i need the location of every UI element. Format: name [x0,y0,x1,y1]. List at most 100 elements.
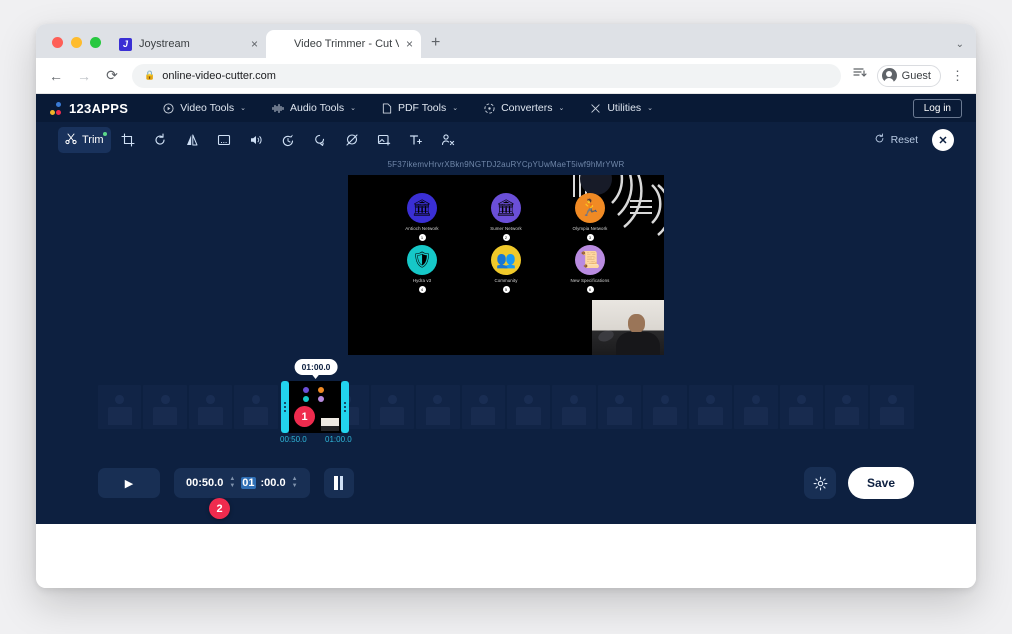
url-text: online-video-cutter.com [162,69,276,82]
annotation-badge-1: 1 [294,406,315,427]
reset-button[interactable]: Reset [874,133,918,147]
trim-handle-end[interactable] [341,381,349,433]
toolbar-right-actions: Reset ✕ [874,129,954,151]
filmstrip-track[interactable] [98,385,914,429]
close-icon[interactable]: × [406,38,413,50]
presenter-head [628,314,645,333]
profile-button[interactable]: Guest [876,64,941,87]
frame-tool-button[interactable] [209,127,239,153]
nav-item-converters[interactable]: Converters ⌄ [471,94,577,122]
video-icon [163,102,174,114]
nav-item-utilities[interactable]: Utilities ⌄ [577,94,666,122]
filmstrip-button[interactable] [323,468,354,498]
new-tab-button[interactable]: + [431,34,440,52]
status-dot [102,132,107,136]
nav-label: PDF Tools [397,102,447,114]
nav-item-audio-tools[interactable]: Audio Tools ⌄ [259,94,369,122]
stabilize-tool-button[interactable] [337,127,367,153]
chevron-down-icon[interactable]: ⌄ [956,39,964,50]
webcam-overlay [592,300,664,355]
omnibox-actions: Guest ⋮ [853,64,964,87]
trim-selection[interactable] [281,381,349,433]
speed-tool-button[interactable] [273,127,303,153]
tile-label: Hydra v3 [412,278,432,283]
stepper-up-icon[interactable]: ▲ [292,476,298,482]
selection-end-label: 01:00.0 [325,435,352,444]
selection-start-label: 00:50.0 [280,435,307,444]
rotate-tool-button[interactable] [145,127,175,153]
slide-content: 🏛 Antioch Network 1 🏛 Sumer Network 2 🏃 [348,175,664,355]
tile-dot: 6 [586,286,594,293]
filmstrip-frame [98,385,142,429]
app-root: 123APPS Video Tools ⌄ Audio Tools ⌄ PDF … [36,94,976,524]
tile-label: Sumer Network [490,226,522,231]
nav-item-pdf-tools[interactable]: PDF Tools ⌄ [369,94,471,122]
start-time-field[interactable]: 00:50.0 [186,477,223,489]
stepper-down-icon[interactable]: ▼ [292,483,298,489]
tile-label: Community [494,278,518,283]
tab-joystream[interactable]: J Joystream × [111,30,266,58]
crop-tool-button[interactable] [113,127,143,153]
address-bar[interactable]: 🔒 online-video-cutter.com [132,63,841,88]
play-button[interactable]: ▶ [98,468,160,498]
nav-item-video-tools[interactable]: Video Tools ⌄ [150,94,259,122]
slide-tile: 🛡 Hydra v3 4 [389,245,455,293]
close-icon[interactable]: × [251,38,258,50]
video-preview[interactable]: 🏛 Antioch Network 1 🏛 Sumer Network 2 🏃 [348,175,664,355]
start-time-stepper[interactable]: ▲ ▼ [229,476,235,489]
image-tool-button[interactable] [369,127,399,153]
settings-button[interactable] [804,467,836,499]
filmstrip-frame [643,385,687,429]
downloads-icon[interactable] [853,66,867,85]
save-button[interactable]: Save [848,467,914,499]
back-button[interactable]: ← [48,68,64,84]
123apps-icon [274,38,287,51]
loop-tool-button[interactable] [305,127,335,153]
time-range-fields: 00:50.0 ▲ ▼ 01:00.0 ▲ ▼ [174,468,310,498]
browser-window: J Joystream × Video Trimmer - Cut Video … [36,24,976,588]
slide-tile: 🏃 Olympia Network 3 [557,193,623,241]
mini-webcam [321,418,339,431]
end-time-field[interactable]: 01:00.0 [241,477,286,489]
tab-title: Video Trimmer - Cut Video Onl [294,38,399,50]
nav-label: Utilities [607,102,642,114]
tile-label: Olympia Network [572,226,608,231]
specs-icon: 📜 [575,245,605,275]
reset-icon [874,133,885,147]
end-time-stepper[interactable]: ▲ ▼ [292,476,298,489]
playback-controls: ▶ 00:50.0 ▲ ▼ 01:00.0 ▲ ▼ Save [36,467,976,499]
chevron-down-icon: ⌄ [240,105,246,112]
document-icon [382,102,392,114]
slide-tile: 👥 Community 5 [473,245,539,293]
file-name: 5F37ikemvHrvrXBkn9NGTDJ2auRYCpYUwMaeT5iw… [387,160,625,169]
slide-tile: 🏛 Antioch Network 1 [389,193,455,241]
reload-button[interactable]: ⟳ [104,67,120,84]
trim-tool-button[interactable]: Trim [58,127,111,153]
slide-tile: 📜 New Specifications 6 [557,245,623,293]
flip-tool-button[interactable] [177,127,207,153]
filmstrip-frame [870,385,914,429]
stepper-up-icon[interactable]: ▲ [229,476,235,482]
mini-tiles [303,387,327,402]
volume-tool-button[interactable] [241,127,271,153]
login-button[interactable]: Log in [912,98,962,118]
remove-person-tool-button[interactable] [433,127,463,153]
filmstrip-frame [734,385,778,429]
hydra-icon: 🛡 [407,245,437,275]
close-window-button[interactable] [52,37,63,48]
trim-handle-start[interactable] [281,381,289,433]
stepper-down-icon[interactable]: ▼ [229,483,235,489]
close-editor-button[interactable]: ✕ [932,129,954,151]
chevron-down-icon: ⌄ [647,105,654,112]
bottom-right-actions: Save [804,467,914,499]
maximize-window-button[interactable] [90,37,101,48]
text-tool-button[interactable] [401,127,431,153]
avatar [881,68,897,84]
minimize-window-button[interactable] [71,37,82,48]
trim-label: Trim [82,134,104,146]
browser-menu-button[interactable]: ⋮ [951,68,964,84]
brand-logo[interactable]: 123APPS [50,101,128,116]
timeline[interactable]: 01:00.0 00:50.0 01:00.0 [36,359,976,455]
tab-title: Joystream [139,38,190,50]
tab-video-trimmer[interactable]: Video Trimmer - Cut Video Onl × [266,30,421,58]
